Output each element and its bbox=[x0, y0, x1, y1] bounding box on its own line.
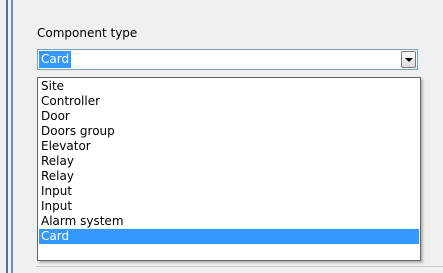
component-type-value[interactable]: Card bbox=[39, 51, 72, 68]
dropdown-item-card[interactable]: Card bbox=[39, 229, 419, 244]
component-type-label: Component type bbox=[37, 26, 138, 40]
component-type-combobox[interactable]: Card bbox=[37, 49, 418, 70]
dropdown-item-relay-1[interactable]: Relay bbox=[39, 154, 419, 169]
left-accent-bar-inner bbox=[11, 0, 13, 273]
component-type-dropdown-list[interactable]: Site Controller Door Doors group Elevato… bbox=[37, 77, 421, 261]
chevron-down-icon bbox=[405, 58, 413, 62]
dropdown-item-input-1[interactable]: Input bbox=[39, 184, 419, 199]
dropdown-button[interactable] bbox=[401, 51, 416, 68]
dropdown-item-input-2[interactable]: Input bbox=[39, 199, 419, 214]
dropdown-item-site[interactable]: Site bbox=[39, 79, 419, 94]
dropdown-item-controller[interactable]: Controller bbox=[39, 94, 419, 109]
dropdown-item-doors-group[interactable]: Doors group bbox=[39, 124, 419, 139]
dropdown-item-elevator[interactable]: Elevator bbox=[39, 139, 419, 154]
dropdown-item-relay-2[interactable]: Relay bbox=[39, 169, 419, 184]
dropdown-item-alarm-system[interactable]: Alarm system bbox=[39, 214, 419, 229]
left-accent-bar-outer bbox=[6, 0, 8, 273]
panel-divider bbox=[36, 266, 443, 267]
dropdown-item-door[interactable]: Door bbox=[39, 109, 419, 124]
